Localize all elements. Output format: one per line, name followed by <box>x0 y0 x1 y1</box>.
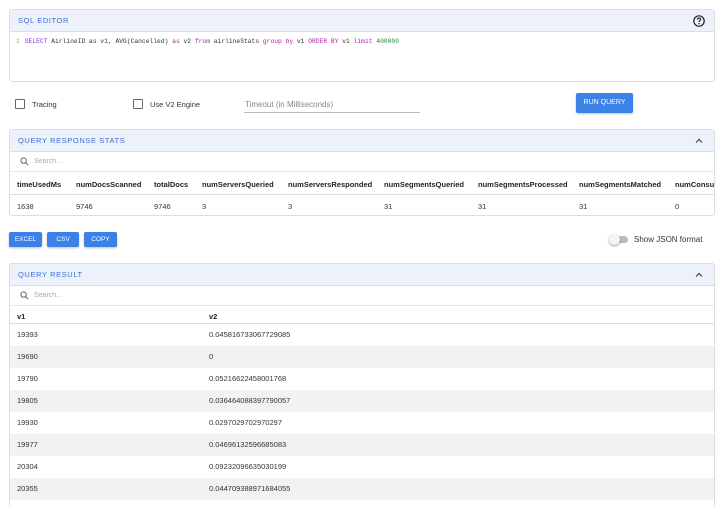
sql-keyword: as <box>172 38 180 45</box>
stats-cell: 31 <box>384 202 393 211</box>
search-icon <box>20 291 29 300</box>
json-format-toggle[interactable] <box>609 234 628 245</box>
result-cell: 0.09232096635030199 <box>209 462 287 471</box>
search-icon <box>20 157 29 166</box>
v2-engine-label: Use V2 Engine <box>150 99 201 109</box>
stats-header-cell[interactable]: numSegmentsProcessed <box>478 180 568 189</box>
result-cell: 0.045816733067729085 <box>209 330 291 339</box>
query-result-title: QUERY RESULT <box>18 270 83 279</box>
tracing-label: Tracing <box>32 99 57 109</box>
stats-table: timeUsedMs numDocsScanned totalDocs numS… <box>10 173 714 217</box>
stats-header-cell[interactable]: timeUsedMs <box>17 180 61 189</box>
query-result-panel: QUERY RESULT v1 v2 19393 0.04581673306772… <box>9 263 715 508</box>
sql-keyword: SELECT <box>24 38 48 45</box>
sql-text: v1 <box>338 38 354 45</box>
table-row: 20355 0.044709388971684055 <box>10 478 714 500</box>
chevron-up-icon[interactable] <box>693 135 705 147</box>
help-circle-icon[interactable] <box>693 15 705 27</box>
sql-editor-panel: SQL EDITOR 1 SELECT AirlineID as v1, AVG(… <box>9 9 715 82</box>
stats-header-cell[interactable]: numConsum <box>675 180 714 189</box>
timeout-input[interactable] <box>244 97 420 113</box>
sql-editor-title: SQL EDITOR <box>18 16 70 25</box>
v2-engine-checkbox[interactable] <box>133 99 143 109</box>
stats-cell: 9746 <box>154 202 171 211</box>
query-stats-panel: QUERY RESPONSE STATS timeUsedMs numDocsS… <box>9 129 715 216</box>
stats-search-row <box>10 152 714 172</box>
result-cell: 19393 <box>17 330 38 339</box>
stats-cell: 31 <box>579 202 588 211</box>
query-stats-header[interactable]: QUERY RESPONSE STATS <box>10 130 714 152</box>
result-cell: 19930 <box>17 418 38 427</box>
table-row: 19393 0.045816733067729085 <box>10 324 714 346</box>
result-cell: 20355 <box>17 484 38 493</box>
sql-editor-header: SQL EDITOR <box>10 10 714 32</box>
sql-keyword: limit <box>353 38 373 45</box>
stats-data-row: 1638 9746 9746 3 3 31 31 31 0 <box>10 195 714 217</box>
result-cell: 0.04696132596685083 <box>209 440 287 449</box>
table-row: 19805 0.036464088397790057 <box>10 390 714 412</box>
stats-header-row: timeUsedMs numDocsScanned totalDocs numS… <box>10 173 714 195</box>
stats-header-cell[interactable]: numServersResponded <box>288 180 372 189</box>
result-search-row <box>10 286 714 306</box>
table-row: 19690 0 <box>10 346 714 368</box>
line-number: 1 <box>16 38 20 45</box>
stats-cell: 31 <box>478 202 487 211</box>
export-excel-button[interactable]: EXCEL <box>9 232 42 247</box>
sql-text: v2 <box>179 38 195 45</box>
result-cell: 0.05216622458001768 <box>209 374 287 383</box>
sql-text: v1 <box>293 38 309 45</box>
stats-cell: 0 <box>675 202 680 211</box>
stats-cell: 3 <box>288 202 293 211</box>
table-row: 19930 0.0297029702970297 <box>10 412 714 434</box>
stats-header-cell[interactable]: numDocsScanned <box>76 180 141 189</box>
toggle-knob[interactable] <box>609 234 620 245</box>
sql-keyword: group by <box>262 38 294 45</box>
chevron-up-icon[interactable] <box>693 269 705 281</box>
sql-text: AirlineID as v1, AVG(Cancelled) <box>47 38 173 45</box>
result-header-cell[interactable]: v1 <box>17 312 25 321</box>
stats-cell: 3 <box>202 202 207 211</box>
sql-code-editor[interactable]: 1 SELECT AirlineID as v1, AVG(Cancelled) … <box>10 33 714 81</box>
export-csv-button[interactable]: CSV <box>47 232 79 247</box>
stats-cell: 9746 <box>76 202 93 211</box>
query-result-header[interactable]: QUERY RESULT <box>10 264 714 286</box>
result-cell: 0.0297029702970297 <box>209 418 282 427</box>
result-cell: 20304 <box>17 462 38 471</box>
stats-header-cell[interactable]: numSegmentsQueried <box>384 180 464 189</box>
stats-search-input[interactable] <box>34 158 234 165</box>
stats-header-cell[interactable]: numSegmentsMatched <box>579 180 661 189</box>
sql-number: 400000 <box>372 38 399 45</box>
table-row: 19790 0.05216622458001768 <box>10 368 714 390</box>
result-header-row: v1 v2 <box>10 306 714 324</box>
sql-keyword: from <box>194 38 210 45</box>
v2-engine-option[interactable]: Use V2 Engine <box>133 99 200 109</box>
table-row: 19977 0.04696132596685083 <box>10 434 714 456</box>
result-cell: 19805 <box>17 396 38 405</box>
copy-button[interactable]: COPY <box>84 232 117 247</box>
table-row: 20304 0.09232096635030199 <box>10 456 714 478</box>
sql-text: airlineStats <box>209 38 263 45</box>
json-format-label: Show JSON format <box>634 235 703 244</box>
tracing-checkbox[interactable] <box>15 99 25 109</box>
result-search-input[interactable] <box>34 292 234 299</box>
result-cell: 0 <box>209 352 214 361</box>
tracing-option[interactable]: Tracing <box>15 99 57 109</box>
result-cell: 19690 <box>17 352 38 361</box>
result-cell: 0.036464088397790057 <box>209 396 291 405</box>
stats-header-cell[interactable]: totalDocs <box>154 180 188 189</box>
result-header-cell[interactable]: v2 <box>209 312 217 321</box>
stats-header-cell[interactable]: numServersQueried <box>202 180 274 189</box>
result-cell: 19977 <box>17 440 38 449</box>
result-cell: 19790 <box>17 374 38 383</box>
result-cell: 0.044709388971684055 <box>209 484 291 493</box>
run-query-button[interactable]: RUN QUERY <box>576 93 633 113</box>
query-stats-title: QUERY RESPONSE STATS <box>18 136 126 145</box>
stats-cell: 1638 <box>17 202 34 211</box>
sql-keyword: ORDER BY <box>308 38 339 45</box>
result-rows: 19393 0.045816733067729085 19690 0 19790 0.… <box>10 324 714 500</box>
